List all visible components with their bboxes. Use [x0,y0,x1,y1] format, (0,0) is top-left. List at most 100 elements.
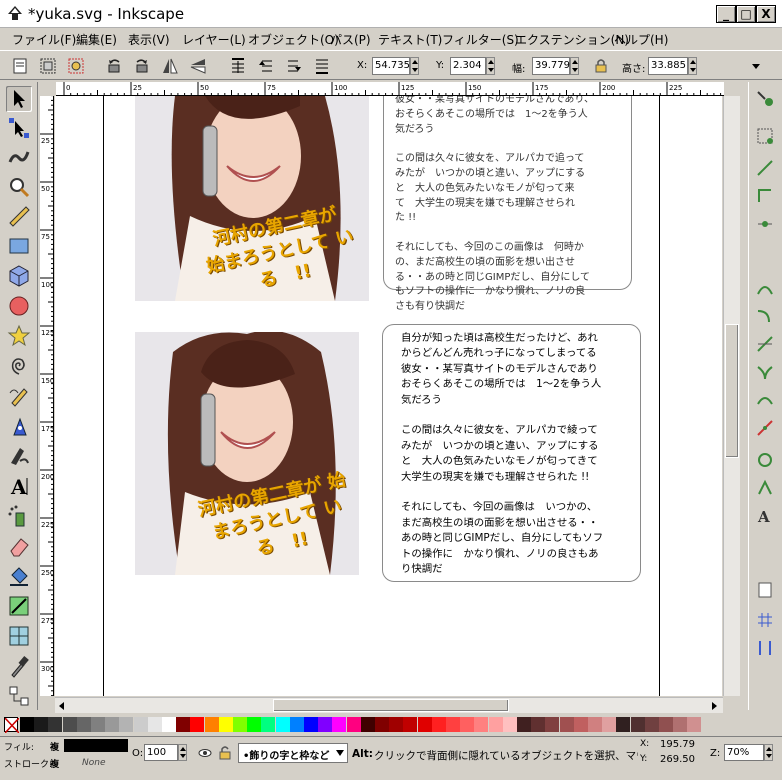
horizontal-scroll-thumb[interactable] [273,699,509,712]
text-tool-icon[interactable]: A [6,473,32,499]
current-layer-select[interactable]: •飾りの字と枠など [238,743,348,763]
rectangle-tool-icon[interactable] [6,233,32,259]
palette-swatch[interactable] [673,717,688,732]
palette-swatch[interactable] [332,717,347,732]
snap-paths-icon[interactable] [755,306,775,326]
snap-cusp-nodes-icon[interactable] [755,362,775,382]
tweak-tool-icon[interactable] [6,144,32,170]
menu-help[interactable]: ヘルプ(H) [614,31,668,48]
palette-swatch[interactable] [531,717,546,732]
menu-text[interactable]: テキスト(T) [378,31,442,48]
palette-swatch[interactable] [460,717,475,732]
palette-swatch[interactable] [176,717,191,732]
snap-guides-icon[interactable] [755,638,775,658]
opacity-spinner[interactable] [178,744,187,761]
lower-to-bottom-icon[interactable] [312,56,332,76]
select-all-layers-icon[interactable] [38,56,58,76]
spiral-tool-icon[interactable] [6,353,32,379]
snap-bbox-edges-icon[interactable] [755,158,775,178]
palette-swatch[interactable] [204,717,219,732]
lock-icon[interactable] [594,58,608,74]
pencil-tool-icon[interactable] [6,383,32,409]
snap-toggle-icon[interactable] [755,88,775,108]
palette-swatch[interactable] [119,717,134,732]
rotate-cw-icon[interactable] [132,56,152,76]
palette-swatch[interactable] [34,717,49,732]
y-input[interactable]: 2.304 [450,57,486,75]
palette-swatch[interactable] [417,717,432,732]
snap-text-baseline-icon[interactable]: A [755,506,775,526]
deselect-icon[interactable] [66,56,86,76]
palette-swatch[interactable] [375,717,389,732]
maximize-button[interactable]: □ [736,5,756,23]
snap-midpoints-icon[interactable] [755,214,775,234]
height-spinner[interactable] [688,57,697,75]
palette-swatch[interactable] [289,717,304,732]
menu-extensions[interactable]: エクステンション(N) [515,31,629,48]
card-1-text[interactable]: 彼女・・某写真サイトのモデルさんであり、 おそらくあそこの場所では 1〜2を争う… [395,96,631,315]
close-button[interactable]: X [756,5,776,23]
palette-swatch[interactable] [644,717,659,732]
selector-tool-icon[interactable] [6,86,32,112]
connector-tool-icon[interactable] [6,683,32,709]
snap-bbox-corners-icon[interactable] [755,186,775,206]
width-input[interactable]: 39.779 [532,57,570,75]
ellipse-tool-icon[interactable] [6,293,32,319]
palette-swatch[interactable] [488,717,503,732]
horizontal-scrollbar[interactable] [55,697,723,713]
palette-swatch[interactable] [346,717,361,732]
menu-file[interactable]: ファイル(F) [12,31,76,48]
width-spinner[interactable] [570,57,579,75]
portrait-photo-2[interactable]: 河村の第二章が 始まろうとして いる !! [135,332,359,575]
palette-swatch[interactable] [304,717,318,732]
calligraphy-tool-icon[interactable] [6,443,32,469]
3d-box-tool-icon[interactable] [6,263,32,289]
rotate-ccw-icon[interactable] [104,56,124,76]
scroll-right-arrow-icon[interactable] [709,701,719,711]
minimize-button[interactable]: _ [716,5,736,23]
paint-bucket-tool-icon[interactable] [6,563,32,589]
x-input[interactable]: 54.735 [372,57,410,75]
snap-smooth-nodes-icon[interactable] [755,390,775,410]
palette-swatch[interactable] [545,717,560,732]
vertical-ruler[interactable]: 0255075100125150175200225250275300 [40,96,54,696]
palette-swatch[interactable] [559,717,574,732]
snap-intersections-icon[interactable] [755,334,775,354]
vertical-scroll-thumb[interactable] [725,324,739,458]
zoom-input[interactable]: 70% [724,744,764,761]
snap-line-midpoints-icon[interactable] [755,418,775,438]
snap-centers-icon[interactable] [755,450,775,470]
drawing-canvas[interactable]: 河村の第二章が 始まろうとして いる !! 彼女・・某写真サイトのモデルさんであ… [55,96,722,696]
palette-swatch[interactable] [360,717,375,732]
palette-swatch[interactable] [218,717,233,732]
palette-swatch[interactable] [261,717,276,732]
node-tool-icon[interactable] [6,115,32,141]
menu-layer[interactable]: レイヤー(L) [182,31,246,48]
palette-swatch[interactable] [62,717,77,732]
palette-swatch[interactable] [630,717,645,732]
palette-swatch[interactable] [48,717,63,732]
no-paint-swatch[interactable] [4,717,20,734]
snap-page-border-icon[interactable] [755,580,775,600]
layer-lock-icon[interactable] [218,745,232,761]
snap-nodes-icon[interactable] [755,278,775,298]
palette-swatch[interactable] [403,717,418,732]
palette-swatch[interactable] [318,717,333,732]
toolbar-overflow-chevron-icon[interactable] [750,61,762,71]
gradient-tool-icon[interactable] [6,593,32,619]
vertical-scrollbar[interactable] [723,96,740,696]
palette-swatch[interactable] [389,717,404,732]
menu-path[interactable]: パス(P) [330,31,371,48]
palette-swatch[interactable] [275,717,290,732]
dropper-tool-icon[interactable] [6,653,32,679]
zoom-spinner[interactable] [764,744,773,761]
spray-tool-icon[interactable] [6,503,32,529]
select-all-icon[interactable] [10,56,30,76]
eraser-tool-icon[interactable] [6,533,32,559]
palette-swatch[interactable] [233,717,247,732]
raise-to-top-icon[interactable] [228,56,248,76]
menu-view[interactable]: 表示(V) [128,31,170,48]
palette-swatch[interactable] [76,717,91,732]
zoom-tool-icon[interactable] [6,174,32,200]
palette-swatch[interactable] [105,717,120,732]
